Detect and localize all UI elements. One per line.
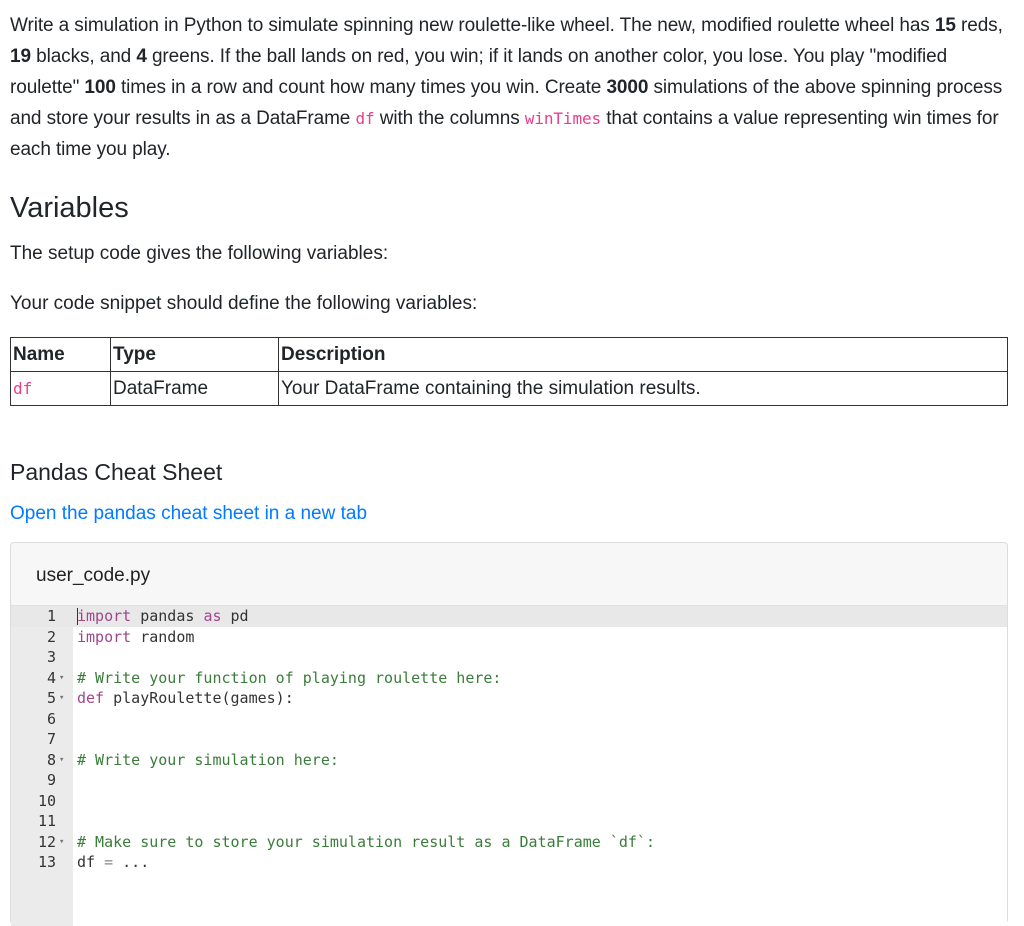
line-number: 13 — [37, 853, 56, 871]
line-number: 5 — [46, 689, 56, 707]
code-token: pandas — [131, 607, 204, 625]
line-number: 11 — [37, 812, 56, 830]
code-token: df — [77, 853, 105, 871]
code-token: pd — [221, 607, 249, 625]
code-token: playRoulette(games): — [104, 689, 294, 707]
code-text: # Write your simulation here: — [77, 750, 339, 771]
inline-code-wintimes: winTimes — [524, 109, 602, 128]
code-line[interactable]: 12 ▾ # Make sure to store your simulation … — [11, 832, 1007, 853]
line-number: 6 — [46, 709, 56, 728]
simulations-count: 3000 — [606, 77, 649, 98]
inline-code-df: df — [355, 109, 375, 128]
code-line[interactable]: 4 ▾ # Write your function of playing roule… — [11, 668, 1007, 689]
line-number: 10 — [37, 791, 56, 810]
keyword-token: import — [77, 627, 132, 646]
code-line[interactable]: 11 — [11, 811, 1007, 832]
editor-filename: user_code.py — [36, 565, 151, 586]
intro-text: blacks, and — [30, 46, 137, 67]
plays-count: 100 — [84, 77, 116, 98]
line-number: 9 — [46, 771, 56, 789]
line-number: 8 — [46, 750, 56, 769]
intro-text: with the columns — [374, 108, 525, 129]
code-token: ... — [113, 853, 150, 871]
problem-statement: Write a simulation in Python to simulate… — [10, 0, 1008, 527]
table-header-row: Name Type Description — [10, 337, 1008, 372]
line-number: 3 — [46, 648, 56, 666]
cheatsheet-heading: Pandas Cheat Sheet — [10, 459, 223, 485]
line-number: 2 — [46, 627, 56, 646]
variable-name: df — [13, 378, 33, 398]
fold-toggle-icon[interactable]: ▾ — [59, 688, 64, 709]
table-row: df DataFrame Your DataFrame containing t… — [10, 371, 1008, 406]
code-line[interactable]: 7 — [11, 729, 1007, 750]
code-editor[interactable]: 1 import pandas as pd 2 import random 3 4 ▾ # W… — [11, 605, 1007, 926]
intro-text: Write a simulation in Python to simulate… — [10, 15, 935, 36]
code-line[interactable]: 2 import random — [11, 627, 1007, 648]
comment-token: # Make sure to store your simulation res… — [77, 832, 655, 851]
keyword-token: def — [77, 689, 105, 707]
cell-type: DataFrame — [110, 371, 279, 406]
code-line[interactable]: 8 ▾ # Write your simulation here: — [11, 750, 1007, 771]
code-line[interactable]: 3 — [11, 647, 1007, 668]
code-line[interactable]: 10 — [11, 791, 1007, 812]
red-count: 15 — [934, 15, 956, 36]
fold-toggle-icon[interactable]: ▾ — [59, 832, 64, 853]
define-text: Your code snippet should define the foll… — [10, 293, 478, 314]
code-line[interactable]: 1 import pandas as pd — [11, 606, 1007, 627]
green-count: 4 — [136, 46, 147, 67]
variables-heading: Variables — [10, 192, 129, 224]
comment-token: # Write your simulation here: — [77, 750, 339, 769]
column-header: Name — [10, 337, 111, 372]
code-token: = — [104, 853, 114, 871]
comment-token: # Write your function of playing roulett… — [77, 668, 502, 687]
intro-paragraph: Write a simulation in Python to simulate… — [10, 10, 1008, 165]
code-text: import random — [77, 627, 194, 648]
code-line[interactable]: 13 df = ... — [11, 852, 1007, 873]
code-line[interactable]: 9 — [11, 770, 1007, 791]
column-header: Type — [110, 337, 279, 372]
code-text: df = ... — [77, 852, 149, 873]
code-line[interactable]: 5 ▾ def playRoulette(games): — [11, 688, 1007, 709]
code-line[interactable]: 6 — [11, 709, 1007, 730]
intro-text: times in a row and count how many times … — [115, 77, 607, 98]
column-header: Description — [278, 337, 1008, 372]
code-text: def playRoulette(games): — [77, 688, 294, 709]
line-number: 7 — [46, 730, 56, 748]
fold-toggle-icon[interactable]: ▾ — [59, 750, 64, 771]
cheatsheet-link[interactable]: Open the pandas cheat sheet in a new tab — [10, 501, 1008, 527]
cell-description: Your DataFrame containing the simulation… — [278, 371, 1008, 406]
text-cursor — [77, 608, 78, 625]
fold-toggle-icon[interactable]: ▾ — [59, 668, 64, 689]
black-count: 19 — [10, 46, 31, 67]
cell-name: df — [10, 371, 111, 406]
line-number: 12 — [37, 832, 56, 851]
keyword-token: as — [203, 607, 222, 625]
code-text: import pandas as pd — [77, 606, 249, 627]
setup-text: The setup code gives the following varia… — [10, 243, 389, 264]
code-text: # Make sure to store your simulation res… — [77, 832, 655, 853]
keyword-token: import — [77, 607, 132, 625]
variables-table: Name Type Description df DataFrame Your … — [10, 337, 1008, 406]
code-editor-card: user_code.py 1 import pandas as pd 2 import… — [10, 542, 1008, 926]
line-number: 4 — [46, 668, 56, 687]
intro-text: reds, — [955, 15, 1003, 36]
line-number: 1 — [46, 607, 56, 625]
code-text: # Write your function of playing roulett… — [77, 668, 501, 689]
code-token: random — [131, 627, 195, 646]
